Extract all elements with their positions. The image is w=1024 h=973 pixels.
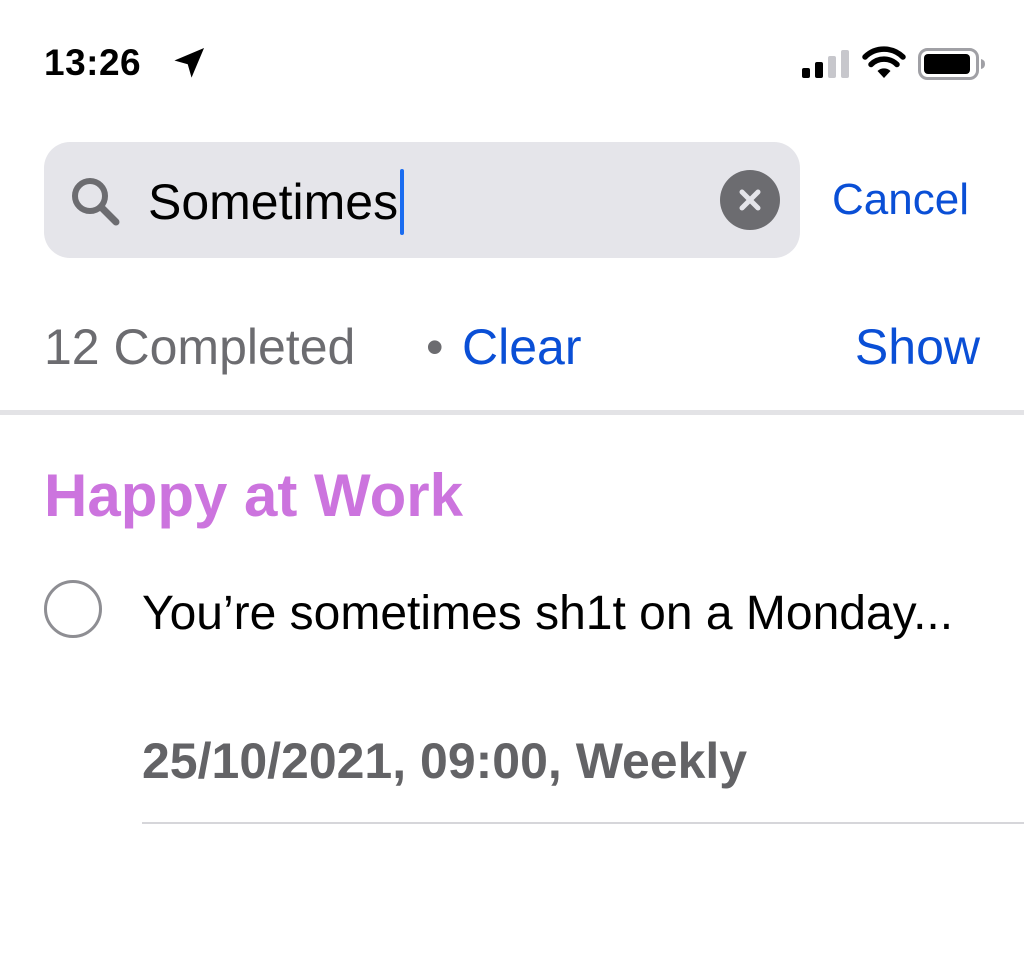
completed-separator: • <box>426 319 444 375</box>
search-input[interactable]: Sometimes <box>148 169 405 235</box>
status-time: 13:26 <box>44 42 142 83</box>
show-completed-button[interactable]: Show <box>855 314 980 380</box>
text-caret <box>400 169 405 235</box>
wifi-icon <box>862 46 906 78</box>
search-icon <box>72 178 120 226</box>
close-icon <box>739 189 761 211</box>
reminder-checkbox[interactable] <box>44 580 102 638</box>
section-divider <box>0 410 1024 415</box>
status-bar: 13:26 <box>0 0 1024 120</box>
reminder-details: 25/10/2021, 09:00, Weekly <box>142 733 748 789</box>
clear-completed-button[interactable]: Clear <box>462 314 581 380</box>
row-separator <box>142 822 1024 824</box>
search-input-value: Sometimes <box>148 174 399 230</box>
list-title: Happy at Work <box>44 462 463 529</box>
battery-icon <box>918 48 985 80</box>
cancel-button[interactable]: Cancel <box>832 170 969 230</box>
reminder-item[interactable]: You’re sometimes sh1t on a Monday... 25/… <box>0 578 1024 824</box>
completed-row: 12 Completed • Clear Show <box>44 314 980 384</box>
clear-search-button[interactable] <box>720 170 780 230</box>
location-arrow-icon <box>174 47 205 78</box>
completed-count: 12 Completed <box>44 319 356 375</box>
cellular-signal-icon <box>802 50 849 78</box>
search-field[interactable]: Sometimes <box>44 142 800 258</box>
reminder-title[interactable]: You’re sometimes sh1t on a Monday... <box>142 578 972 650</box>
